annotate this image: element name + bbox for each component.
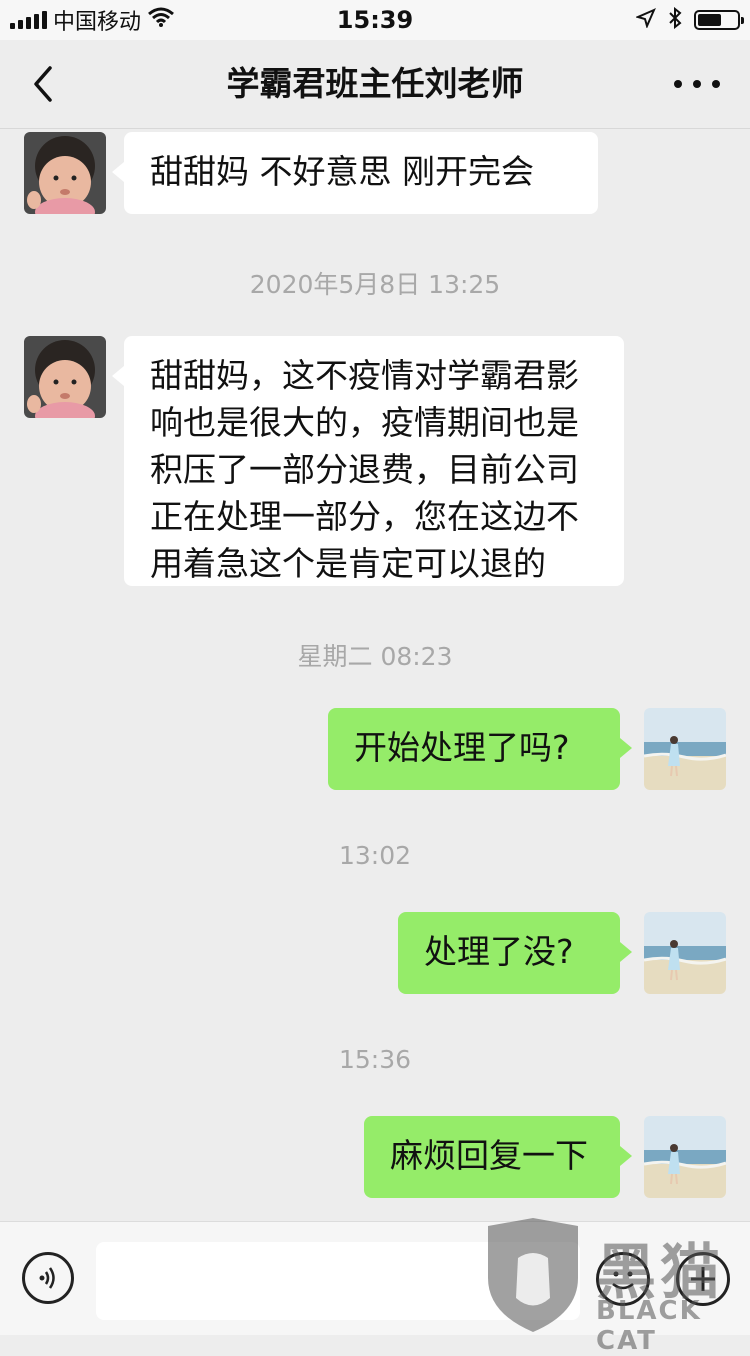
- beach-girl-avatar-icon: [644, 708, 726, 790]
- chevron-left-icon: [34, 66, 52, 102]
- status-right: [635, 6, 744, 34]
- message-bubble-outgoing[interactable]: 处理了没?: [398, 912, 632, 994]
- timestamp: 13:02: [338, 841, 412, 870]
- beach-girl-avatar-icon: [644, 912, 726, 994]
- chat-area[interactable]: 甜甜妈 不好意思 刚开完会 2020年5月8日 13:25 甜甜妈，这不疫情对学…: [0, 129, 750, 1220]
- message-bubble-outgoing[interactable]: 开始处理了吗?: [328, 708, 632, 790]
- user-avatar[interactable]: [644, 708, 726, 790]
- watermark-en: BLACK CAT: [596, 1296, 702, 1356]
- user-avatar[interactable]: [644, 912, 726, 994]
- child-avatar-icon: [24, 132, 106, 214]
- message-bubble-incoming[interactable]: 甜甜妈，这不疫情对学霸君影响也是很大的，疫情期间也是积压了一部分退费，目前公司正…: [112, 336, 624, 586]
- child-avatar-icon: [24, 336, 106, 418]
- more-dot-icon: [674, 80, 682, 88]
- nav-bar: 学霸君班主任刘老师: [0, 40, 750, 129]
- battery-icon: [694, 10, 744, 30]
- timestamp: 15:36: [338, 1045, 412, 1074]
- beach-girl-avatar-icon: [644, 1116, 726, 1198]
- message-bubble-outgoing[interactable]: 麻烦回复一下: [364, 1116, 632, 1198]
- shield-cat-logo-icon: [488, 1218, 578, 1332]
- bluetooth-icon: [668, 6, 682, 34]
- chat-title: 学霸君班主任刘老师: [226, 64, 524, 103]
- blackcat-watermark: 黑猫 BLACK CAT: [478, 1218, 750, 1356]
- more-button[interactable]: [674, 68, 720, 100]
- timestamp: 2020年5月8日 13:25: [249, 270, 501, 299]
- teacher-avatar[interactable]: [24, 132, 106, 214]
- more-dot-icon: [693, 80, 701, 88]
- voice-icon: [39, 1267, 55, 1289]
- voice-button[interactable]: [22, 1252, 74, 1304]
- timestamp: 星期二 08:23: [297, 642, 453, 671]
- message-bubble-incoming[interactable]: 甜甜妈 不好意思 刚开完会: [112, 132, 598, 214]
- back-button[interactable]: [28, 62, 68, 106]
- user-avatar[interactable]: [644, 1116, 726, 1198]
- teacher-avatar[interactable]: [24, 336, 106, 418]
- status-bar: 中国移动 15:39: [0, 0, 750, 40]
- more-dot-icon: [712, 80, 720, 88]
- location-icon: [635, 7, 656, 33]
